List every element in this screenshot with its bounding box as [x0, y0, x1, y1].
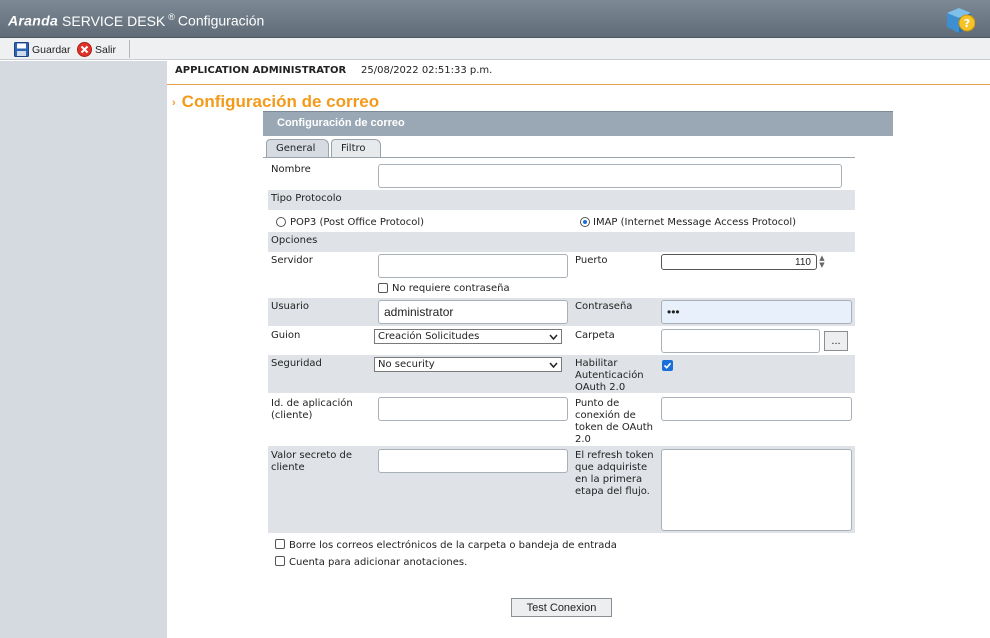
app-id-label: Id. de aplicación (cliente) — [271, 398, 353, 422]
panel-header: Configuración de correo — [263, 111, 893, 136]
puerto-label: Puerto — [575, 255, 608, 266]
spin-arrows-icon[interactable]: ▲ ▼ — [818, 255, 826, 269]
oauth-checkbox[interactable] — [662, 360, 673, 371]
imap-radio[interactable] — [580, 217, 590, 227]
oauth-label-2: Autenticación — [575, 370, 644, 381]
carpeta-input[interactable] — [661, 329, 820, 353]
toolbar-separator — [129, 40, 130, 58]
sidebar — [0, 61, 167, 638]
oauth-label-1: Habilitar — [575, 358, 618, 369]
app-id-label-1: Id. de aplicación — [271, 398, 353, 409]
token-label-2: conexión de — [575, 410, 636, 421]
token-input[interactable] — [661, 397, 852, 421]
refresh-label: El refresh token que adquiriste en la pr… — [575, 450, 654, 498]
save-label: Guardar — [32, 43, 71, 56]
pop3-radio[interactable] — [276, 217, 286, 227]
chevron-down-icon — [549, 362, 558, 368]
panel-title: Configuración de correo — [277, 117, 405, 129]
exit-button[interactable]: Salir — [77, 41, 116, 58]
oauth-label-3: OAuth 2.0 — [575, 382, 626, 393]
servidor-input[interactable] — [378, 254, 568, 278]
tab-general[interactable]: General — [266, 139, 329, 157]
annotations-label: Cuenta para adicionar anotaciones. — [289, 557, 468, 568]
servidor-label: Servidor — [271, 255, 313, 266]
test-connection-button[interactable]: Test Conexion — [511, 598, 612, 617]
guion-select[interactable]: Creación Solicitudes — [374, 329, 562, 344]
app-id-label-2: (cliente) — [271, 410, 313, 421]
secret-label: Valor secreto de cliente — [271, 450, 352, 474]
seguridad-select[interactable]: No security — [374, 357, 562, 372]
user-name: APPLICATION ADMINISTRATOR — [175, 65, 347, 76]
title-arrow-icon: › — [172, 96, 176, 109]
contrasena-input[interactable] — [661, 300, 852, 324]
tab-underline — [263, 157, 855, 158]
page-title: › Configuración de correo — [172, 92, 379, 112]
tab-filtro[interactable]: Filtro — [331, 139, 381, 157]
user-bar: APPLICATION ADMINISTRATOR 25/08/2022 02:… — [167, 61, 990, 85]
refresh-label-1: El refresh token — [575, 450, 654, 461]
contrasena-label: Contraseña — [575, 301, 633, 312]
tipo-protocolo-label: Tipo Protocolo — [271, 193, 342, 204]
nombre-label: Nombre — [271, 164, 311, 175]
refresh-textarea[interactable] — [661, 449, 852, 531]
secret-label-1: Valor secreto de — [271, 450, 353, 461]
token-label: Punto de conexión de token de OAuth 2.0 — [575, 398, 653, 446]
imap-label: IMAP (Internet Message Access Protocol) — [593, 217, 797, 228]
puerto-input[interactable] — [661, 254, 817, 270]
nombre-input[interactable] — [378, 164, 842, 188]
guion-value: Creación Solicitudes — [378, 331, 480, 342]
seguridad-label: Seguridad — [271, 358, 322, 369]
page-title-text: Configuración de correo — [181, 92, 380, 111]
refresh-label-3: en la primera — [575, 474, 643, 485]
session-datetime: 25/08/2022 02:51:33 p.m. — [361, 65, 493, 76]
secret-input[interactable] — [378, 449, 568, 473]
token-label-4: 2.0 — [575, 434, 591, 445]
app-id-input[interactable] — [378, 397, 568, 421]
no-password-checkbox[interactable] — [378, 283, 388, 293]
floppy-disk-icon — [14, 42, 29, 57]
delete-mail-label: Borre los correos electrónicos de la car… — [289, 540, 617, 551]
carpeta-browse-button[interactable]: ... — [824, 331, 848, 351]
annotations-checkbox[interactable] — [275, 556, 285, 566]
seguridad-value: No security — [378, 359, 435, 370]
no-password-label: No requiere contraseña — [392, 283, 510, 294]
title-bar: Aranda SERVICE DESK ® Configuración ? — [0, 0, 990, 38]
pop3-label: POP3 (Post Office Protocol) — [290, 217, 425, 228]
refresh-label-2: que adquiriste — [575, 462, 648, 473]
app-brand: Aranda SERVICE DESK ® Configuración — [8, 12, 264, 29]
brand-name: Aranda — [8, 12, 59, 29]
oauth-label: Habilitar Autenticación OAuth 2.0 — [575, 358, 644, 394]
brand-product: SERVICE DESK — [62, 12, 166, 29]
chevron-down-icon — [549, 334, 558, 340]
help-cube-icon[interactable]: ? — [943, 5, 976, 35]
registered-mark: ® — [168, 12, 175, 22]
delete-mail-checkbox[interactable] — [275, 539, 285, 549]
save-button[interactable]: Guardar — [14, 41, 71, 58]
tipo-protocolo-row — [268, 190, 855, 210]
usuario-input[interactable] — [378, 300, 568, 324]
carpeta-label: Carpeta — [575, 330, 615, 341]
token-label-1: Punto de — [575, 398, 620, 409]
svg-text:?: ? — [964, 17, 970, 30]
exit-label: Salir — [95, 43, 117, 56]
checkmark-icon — [663, 362, 672, 369]
refresh-label-4: etapa del flujo. — [575, 486, 650, 497]
guion-label: Guion — [271, 330, 301, 341]
usuario-label: Usuario — [271, 301, 310, 312]
close-circle-icon — [77, 42, 92, 57]
secret-label-2: cliente — [271, 462, 305, 473]
token-label-3: token de OAuth — [575, 422, 653, 433]
opciones-label: Opciones — [271, 235, 318, 246]
toolbar: Guardar Salir — [0, 38, 990, 60]
module-name: Configuración — [177, 12, 265, 29]
opciones-row — [268, 232, 855, 252]
